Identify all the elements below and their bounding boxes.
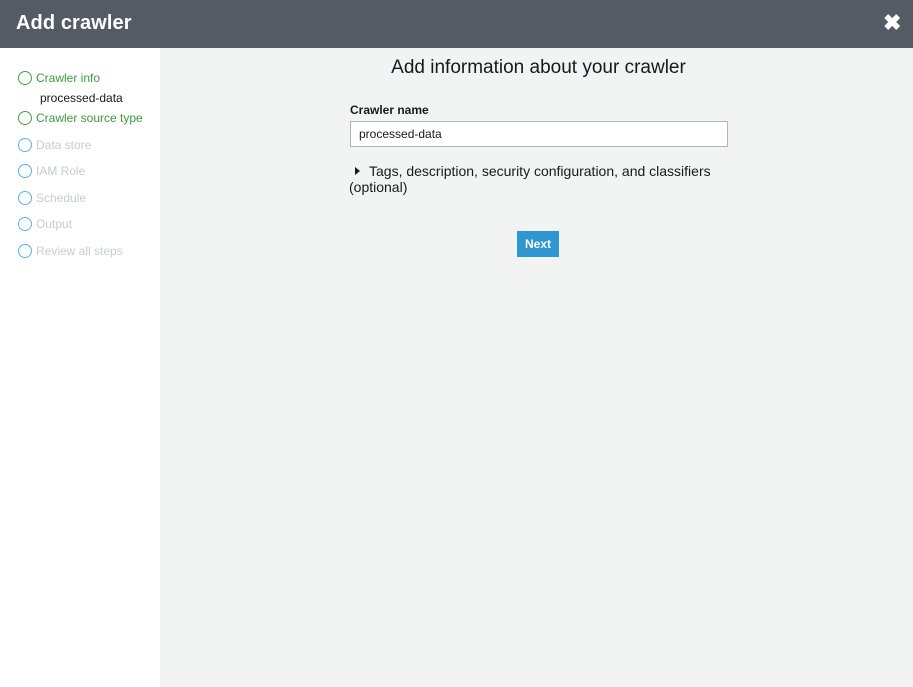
- wizard-steps-sidebar: Crawler info processed-data Crawler sour…: [0, 48, 160, 687]
- close-icon[interactable]: ✖: [883, 12, 901, 34]
- step-label: Review all steps: [36, 244, 123, 258]
- step-iam-role: IAM Role: [18, 162, 85, 180]
- step-circle-icon: [18, 164, 32, 178]
- crawler-name-input[interactable]: [350, 121, 728, 147]
- step-circle-icon: [18, 71, 32, 85]
- optional-settings-label-suffix: (optional): [349, 179, 408, 195]
- step-crawler-info-value: processed-data: [40, 91, 123, 105]
- step-label: Schedule: [36, 191, 87, 205]
- step-circle-icon: [18, 111, 32, 125]
- step-crawler-info[interactable]: Crawler info: [18, 69, 100, 87]
- main-content: Add information about your crawler Crawl…: [160, 48, 913, 687]
- step-label: Crawler info: [36, 71, 101, 85]
- step-label: IAM Role: [36, 164, 86, 178]
- step-circle-icon: [18, 217, 32, 231]
- modal-header: Add crawler ✖: [0, 0, 913, 48]
- next-button[interactable]: Next: [517, 231, 559, 257]
- step-label: Crawler source type: [36, 111, 143, 125]
- step-review-all-steps: Review all steps: [18, 242, 123, 260]
- modal-title: Add crawler: [16, 12, 132, 34]
- step-label: Output: [36, 217, 73, 231]
- step-circle-icon: [18, 138, 32, 152]
- step-output: Output: [18, 215, 72, 233]
- crawler-name-label: Crawler name: [350, 103, 429, 117]
- step-data-store: Data store: [18, 136, 91, 154]
- step-circle-icon: [18, 244, 32, 258]
- step-label: Data store: [36, 138, 92, 152]
- step-schedule: Schedule: [18, 189, 86, 207]
- step-circle-icon: [18, 191, 32, 205]
- optional-settings-label: Tags, description, security configuratio…: [369, 163, 711, 179]
- optional-settings-expander[interactable]: Tags, description, security configuratio…: [349, 163, 749, 195]
- page-title: Add information about your crawler: [391, 57, 686, 78]
- caret-right-icon: [355, 167, 360, 175]
- step-crawler-source-type[interactable]: Crawler source type: [18, 109, 143, 127]
